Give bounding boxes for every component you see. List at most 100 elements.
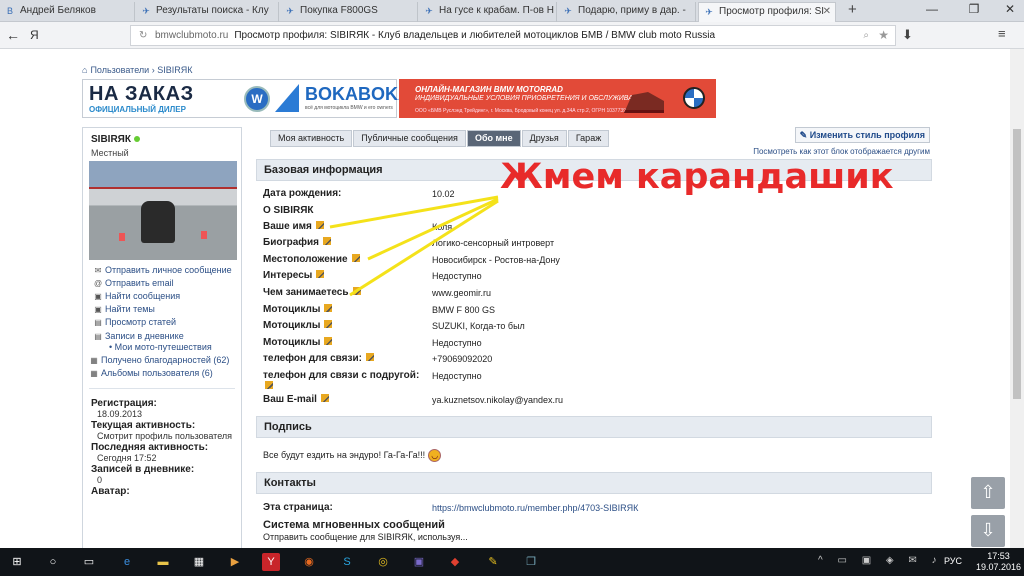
tab-public-messages[interactable]: Публичные сообщения <box>353 130 466 147</box>
breadcrumb-root[interactable]: Пользователи <box>90 65 149 75</box>
field-value: SUZUKI, Когда-то был <box>432 321 525 331</box>
thanks-link[interactable]: ▦ Получено благодарностей (62) <box>89 355 229 365</box>
app-icon[interactable]: ❐ <box>522 553 540 571</box>
system-tray[interactable]: ^ ▭ ▣ ◈ ✉ ♪ <box>818 555 943 566</box>
scroll-bottom-button[interactable]: ⇩ <box>971 515 1005 547</box>
view-as-others-link[interactable]: Посмотреть как этот блок отображается др… <box>753 147 930 156</box>
pencil-edit-icon[interactable] <box>316 270 325 278</box>
save-icon[interactable]: ▣ <box>410 553 428 571</box>
field-label: Мотоциклы <box>263 337 333 348</box>
sidebar-divider <box>89 388 235 389</box>
articles-icon: ▤ <box>94 318 102 327</box>
clock-time: 17:53 <box>987 551 1010 561</box>
paint-icon[interactable]: ✎ <box>484 553 502 571</box>
find-threads-link[interactable]: ▣ Найти темы <box>93 304 155 314</box>
banner-headline: НА ЗАКАЗ <box>89 83 194 105</box>
close-window-button[interactable]: ✕ <box>998 2 1022 16</box>
im-text: Отправить сообщение для SIBIRЯК, использ… <box>263 532 468 542</box>
browser-tab-2[interactable]: ✈ Результаты поиска - Клу <box>136 2 279 22</box>
browser-tab-1[interactable]: В Андрей Беляков <box>0 2 135 22</box>
task-view-icon[interactable]: ▭ <box>80 553 98 571</box>
pencil-edit-icon[interactable] <box>352 287 361 295</box>
bookmark-star-icon[interactable]: ★ <box>878 26 889 45</box>
view-articles-link[interactable]: ▤ Просмотр статей <box>93 317 176 327</box>
dealer-banner[interactable]: НА ЗАКАЗ ОФИЦИАЛЬНЫЙ ДИЛЕР W BOKABOKA вс… <box>82 79 411 118</box>
home-icon[interactable]: ⌂ <box>82 65 87 75</box>
language-indicator[interactable]: РУС <box>944 556 962 566</box>
menu-icon[interactable]: ≡ <box>998 26 1006 41</box>
pencil-edit-icon[interactable] <box>320 394 329 402</box>
field-label: телефон для связи: <box>263 353 374 364</box>
blog-subitem-link[interactable]: • Мои мото-путешествия <box>109 342 212 352</box>
this-page-link[interactable]: https://bmwclubmoto.ru/member.php/4703-S… <box>432 503 638 513</box>
tab-garage[interactable]: Гараж <box>567 130 610 147</box>
profile-tabs: Моя активность Публичные сообщения Обо мне… <box>270 128 610 147</box>
pencil-edit-icon[interactable] <box>324 337 333 345</box>
field-label: Ваш E-mail <box>263 394 329 405</box>
pencil-edit-icon[interactable] <box>265 381 273 389</box>
motorrad-legal: ООО «БМВ Руслэнд Трейдинг», г. Москва, Б… <box>415 108 643 114</box>
field-value: Недоступно <box>432 371 482 381</box>
skype-icon[interactable]: S <box>338 553 356 571</box>
close-tab-icon[interactable]: ✕ <box>823 3 831 21</box>
motorrad-headline: ОНЛАЙН-МАГАЗИН BMW MOTORRAD <box>415 85 563 94</box>
scrollbar-thumb[interactable] <box>1013 129 1021 399</box>
maximize-button[interactable]: ❐ <box>962 2 986 16</box>
blog-entries-link[interactable]: ▤ Записи в дневнике <box>93 331 183 341</box>
tab-friends[interactable]: Друзья <box>521 130 567 147</box>
pencil-edit-icon[interactable] <box>323 237 332 245</box>
clock[interactable]: 17:53 19.07.2016 <box>976 551 1021 573</box>
folder-icon[interactable]: ▬ <box>154 553 172 571</box>
banner-subline: ОФИЦИАЛЬНЫЙ ДИЛЕР <box>89 105 186 114</box>
yandex-browser-icon[interactable]: Y <box>262 553 280 571</box>
back-button[interactable]: ← <box>6 27 20 43</box>
minimize-button[interactable]: — <box>920 2 944 16</box>
windows-start-icon[interactable]: ⊞ <box>8 553 26 571</box>
paintbrush-icon: ✎ <box>799 130 810 140</box>
bmw-roundel-icon <box>683 87 705 109</box>
yandex-icon[interactable]: Я <box>30 28 39 42</box>
browser-tab-3[interactable]: ✈ Покупка F800GS <box>280 2 418 22</box>
search-icon[interactable]: ○ <box>44 553 62 571</box>
chrome-icon[interactable]: ◎ <box>374 553 392 571</box>
browser-tab-active[interactable]: ✈ Просмотр профиля: SI ✕ <box>698 2 836 22</box>
scroll-top-button[interactable]: ⇧ <box>971 477 1005 509</box>
pencil-edit-icon[interactable] <box>351 254 360 262</box>
username: SIBIRЯК <box>91 134 131 145</box>
motorrad-banner[interactable]: ОНЛАЙН-МАГАЗИН BMW MOTORRAD ИНДИВИДУАЛЬН… <box>399 79 716 118</box>
url-field[interactable]: ↻ bmwclubmoto.ru Просмотр профиля: SIBIRЯ… <box>130 25 896 46</box>
browser-tab-4[interactable]: ✈ На гусе к крабам. П-ов Н <box>419 2 557 22</box>
search-posts-icon: ▣ <box>94 292 102 301</box>
pdf-icon[interactable]: ◆ <box>446 553 464 571</box>
edit-profile-style-button[interactable]: ✎ Изменить стиль профиля <box>794 127 930 143</box>
reload-icon[interactable]: ↻ <box>139 26 147 45</box>
online-status-icon <box>133 136 140 142</box>
find-posts-link[interactable]: ▣ Найти сообщения <box>93 291 180 301</box>
media-icon[interactable]: ▶ <box>226 553 244 571</box>
stat-value: 18.09.2013 <box>97 409 143 419</box>
send-pm-link[interactable]: ✉ Отправить личное сообщение <box>93 265 232 275</box>
send-email-link[interactable]: @ Отправить email <box>93 278 174 288</box>
vertical-scrollbar[interactable] <box>1010 49 1024 548</box>
pencil-edit-icon[interactable] <box>315 221 324 229</box>
field-label: Чем занимаетесь <box>263 287 361 298</box>
brand-swoosh-icon <box>275 84 299 112</box>
bmw-logo-icon: W <box>244 86 270 112</box>
pencil-edit-icon[interactable] <box>324 304 333 312</box>
new-tab-button[interactable]: + <box>848 1 857 18</box>
albums-link[interactable]: ▦ Альбомы пользователя (6) <box>89 368 213 378</box>
search-icon[interactable]: ⌕ <box>863 26 869 45</box>
stat-label: Записей в дневнике: <box>91 464 195 475</box>
download-icon[interactable]: ⬇ <box>902 27 913 43</box>
tab-about-me[interactable]: Обо мне <box>466 130 521 147</box>
tab-activity[interactable]: Моя активность <box>270 130 353 147</box>
firefox-icon[interactable]: ◉ <box>300 553 318 571</box>
about-heading: О SIBIRЯК <box>263 205 314 216</box>
field-value[interactable]: www.geomir.ru <box>432 288 491 298</box>
pencil-edit-icon[interactable] <box>324 320 333 328</box>
browser-tab-5[interactable]: ✈ Подарю, приму в дар. - <box>558 2 696 22</box>
store-icon[interactable]: ▦ <box>190 553 208 571</box>
pencil-edit-icon[interactable] <box>365 353 374 361</box>
address-bar-area: ← Я ↻ bmwclubmoto.ru Просмотр профиля: SI… <box>0 22 1024 49</box>
edge-icon[interactable]: e <box>118 553 136 571</box>
